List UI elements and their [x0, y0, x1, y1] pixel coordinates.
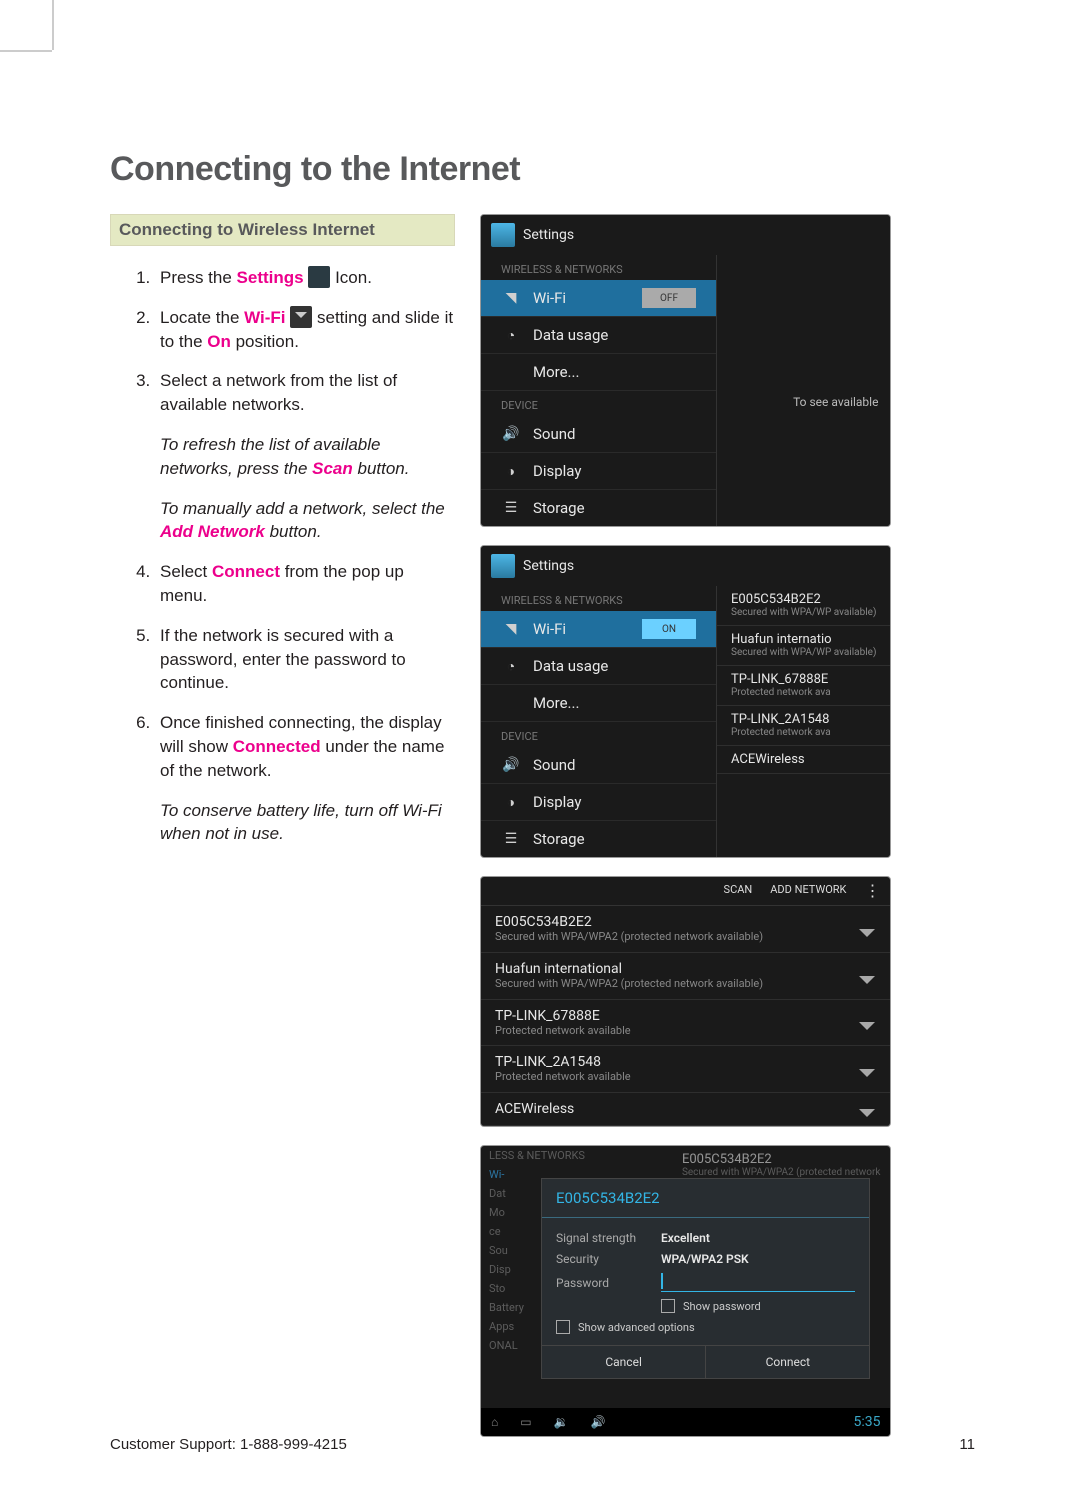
step-6: Once finished connecting, the display wi… [155, 711, 455, 782]
wifi-icon: ◥ [501, 288, 521, 308]
network-item[interactable]: E005C534B2E2Secured with WPA/WP availabl… [717, 586, 890, 626]
note-battery: To conserve battery life, turn off Wi-Fi… [160, 799, 455, 847]
network-item[interactable]: Huafun internationalSecured with WPA/WPA… [481, 953, 890, 1000]
network-item[interactable]: TP-LINK_2A1548Protected network ava [717, 706, 890, 746]
storage-icon: ☰ [501, 829, 521, 849]
sound-icon: 🔊 [501, 755, 521, 775]
note-add-network: To manually add a network, select the Ad… [160, 497, 455, 545]
back-icon[interactable]: ⌂ [491, 1415, 498, 1429]
network-item[interactable]: TP-LINK_67888EProtected network ava [717, 666, 890, 706]
vol-up-icon[interactable]: 🔊 [591, 1415, 606, 1429]
wifi-toggle-off[interactable]: OFF [642, 288, 696, 308]
screenshot-wifi-off: Settings WIRELESS & NETWORKS ◥Wi-FiOFF ◔… [480, 214, 891, 527]
crop-mark-v [52, 0, 54, 50]
settings-icon [308, 266, 330, 288]
signal-icon [858, 968, 876, 984]
row-more[interactable]: More... [481, 685, 716, 722]
network-item[interactable]: TP-LINK_67888EProtected network availabl… [481, 1000, 890, 1047]
signal-icon [858, 1014, 876, 1030]
overflow-icon[interactable]: ⋮ [864, 883, 880, 899]
recent-icon[interactable]: ▭ [520, 1415, 531, 1429]
page-number: 11 [959, 1436, 975, 1453]
show-advanced-checkbox[interactable] [556, 1320, 570, 1334]
step-2: Locate the Wi-Fi setting and slide it to… [155, 306, 455, 354]
gear-icon [491, 223, 515, 247]
screenshot-wifi-on: Settings WIRELESS & NETWORKS ◥Wi-FiON ◔D… [480, 545, 891, 858]
network-item[interactable]: TP-LINK_2A1548Protected network availabl… [481, 1046, 890, 1093]
screenshot-connect-dialog: LESS & NETWORKS E005C534B2E2Secured with… [480, 1145, 891, 1437]
step-5: If the network is secured with a passwor… [155, 624, 455, 695]
connect-button[interactable]: Connect [706, 1346, 869, 1378]
network-item[interactable]: Huafun internatioSecured with WPA/WP ava… [717, 626, 890, 666]
step-1: Press the Settings Icon. [155, 266, 455, 290]
storage-icon: ☰ [501, 498, 521, 518]
signal-icon [858, 1101, 876, 1117]
system-navbar: ⌂ ▭ 🔉 🔊 5:35 [481, 1408, 890, 1436]
gear-icon [491, 554, 515, 578]
row-more[interactable]: More... [481, 354, 716, 391]
row-storage[interactable]: ☰Storage [481, 821, 716, 857]
display-icon: ◑ [501, 461, 521, 481]
row-wifi[interactable]: ◥Wi-FiON [481, 611, 716, 648]
dialog-title: E005C534B2E2 [542, 1179, 869, 1218]
network-item[interactable]: ACEWireless [481, 1093, 890, 1126]
wifi-toggle-on[interactable]: ON [642, 619, 696, 639]
row-storage[interactable]: ☰Storage [481, 490, 716, 526]
row-display[interactable]: ◑Display [481, 453, 716, 490]
signal-icon [858, 921, 876, 937]
clock: 5:35 [853, 1414, 880, 1430]
scan-button[interactable]: SCAN [724, 883, 753, 899]
add-network-button[interactable]: ADD NETWORK [770, 883, 846, 899]
wifi-icon: ◥ [501, 619, 521, 639]
row-data-usage[interactable]: ◔Data usage [481, 317, 716, 354]
row-sound[interactable]: 🔊Sound [481, 416, 716, 453]
screenshot-network-list: SCAN ADD NETWORK ⋮ E005C534B2E2Secured w… [480, 876, 891, 1127]
network-item[interactable]: E005C534B2E2Secured with WPA/WPA2 (prote… [481, 906, 890, 953]
crop-mark-h [0, 50, 52, 52]
wifi-icon [290, 306, 312, 328]
sound-icon: 🔊 [501, 424, 521, 444]
data-icon: ◔ [501, 656, 521, 676]
customer-support: Customer Support: 1-888-999-4215 [110, 1436, 347, 1453]
vol-down-icon[interactable]: 🔉 [554, 1415, 569, 1429]
cancel-button[interactable]: Cancel [542, 1346, 706, 1378]
signal-icon [858, 1061, 876, 1077]
note-scan: To refresh the list of available network… [160, 433, 455, 481]
data-icon: ◔ [501, 325, 521, 345]
network-item[interactable]: ACEWireless [717, 746, 890, 774]
step-4: Select Connect from the pop up menu. [155, 560, 455, 608]
show-password-checkbox[interactable] [661, 1299, 675, 1313]
page-title: Connecting to the Internet [110, 150, 891, 189]
connect-dialog: E005C534B2E2 Signal strengthExcellent Se… [541, 1178, 870, 1379]
section-heading: Connecting to Wireless Internet [110, 214, 455, 246]
row-wifi[interactable]: ◥Wi-FiOFF [481, 280, 716, 317]
step-3: Select a network from the list of availa… [155, 369, 455, 417]
row-sound[interactable]: 🔊Sound [481, 747, 716, 784]
display-icon: ◑ [501, 792, 521, 812]
password-input[interactable] [661, 1273, 855, 1292]
row-data-usage[interactable]: ◔Data usage [481, 648, 716, 685]
row-display[interactable]: ◑Display [481, 784, 716, 821]
